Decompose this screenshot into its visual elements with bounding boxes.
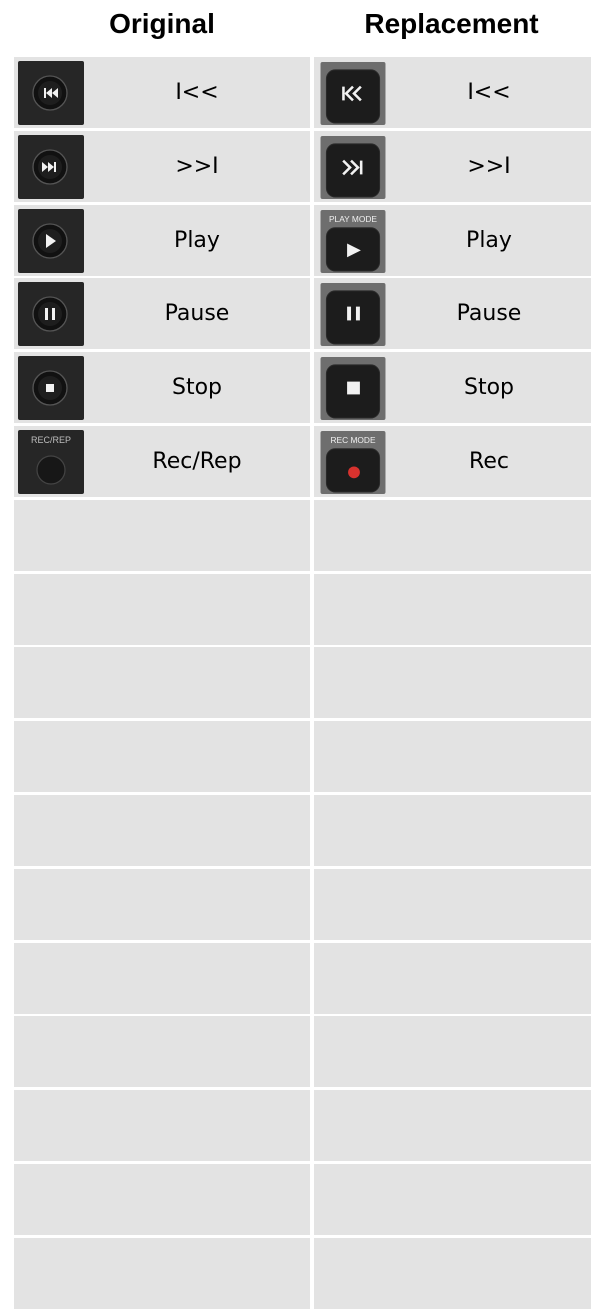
original-cell xyxy=(14,795,310,866)
original-label: Play xyxy=(174,227,220,253)
replacement-label: Stop xyxy=(463,375,514,401)
table-row: Pause Pause xyxy=(0,278,591,350)
replacement-label: I<< xyxy=(467,80,511,105)
replacement-cell xyxy=(314,1164,591,1235)
table-header: Original Replacement xyxy=(0,0,591,48)
original-cell: Stop xyxy=(14,352,310,424)
table-row xyxy=(0,499,591,571)
button-caption: PLAY MODE xyxy=(329,213,377,223)
record-icon: REC/REP xyxy=(18,430,84,494)
replacement-cell xyxy=(314,942,591,1014)
replacement-cell xyxy=(314,1090,591,1162)
table-row: Stop Stop xyxy=(0,352,591,424)
replacement-cell xyxy=(314,1016,591,1088)
original-label: Rec/Rep xyxy=(152,449,242,474)
replacement-cell: >>I xyxy=(314,130,591,202)
table-row xyxy=(0,1090,591,1162)
replacement-cell: Stop xyxy=(314,352,591,424)
original-label: I<< xyxy=(175,80,219,105)
pause-icon xyxy=(18,282,84,347)
original-cell xyxy=(14,1090,310,1162)
original-cell: Pause xyxy=(14,278,310,350)
replacement-cell: REC MODE Rec xyxy=(314,426,591,497)
replacement-cell xyxy=(314,795,591,866)
table-row xyxy=(0,1016,591,1088)
replacement-label: Rec xyxy=(469,449,509,474)
button-caption: REC MODE xyxy=(330,435,375,445)
replacement-label: Pause xyxy=(456,301,522,327)
table-row xyxy=(0,1237,591,1309)
pause-icon xyxy=(320,283,386,347)
original-cell xyxy=(14,647,310,719)
replacement-label: >>I xyxy=(467,153,511,179)
original-cell: REC/REP Rec/Rep xyxy=(14,426,310,497)
original-cell: Play xyxy=(14,204,310,276)
table-row xyxy=(0,795,591,866)
original-cell xyxy=(14,942,310,1014)
replacement-cell: Pause xyxy=(314,278,591,350)
table-row: Play PLAY MODE Play xyxy=(0,204,591,276)
table-row xyxy=(0,721,591,793)
table-row xyxy=(0,647,591,719)
original-cell: I<< xyxy=(14,57,310,128)
column-header-original: Original xyxy=(109,8,215,39)
table-row xyxy=(0,573,591,645)
comparison-page: Original Replacement I<< I<< >>I >>I Play PLA… xyxy=(0,0,591,1309)
replacement-cell xyxy=(314,573,591,645)
original-cell xyxy=(14,1237,310,1309)
replacement-cell: I<< xyxy=(314,57,591,128)
replacement-cell xyxy=(314,721,591,793)
original-cell xyxy=(14,1164,310,1235)
skip-back-icon xyxy=(18,61,84,125)
replacement-label: Play xyxy=(466,227,512,253)
original-label: Stop xyxy=(171,375,222,401)
original-cell xyxy=(14,868,310,940)
skip-forward-icon xyxy=(320,135,386,199)
table-row: >>I >>I xyxy=(0,130,591,202)
table-row: REC/REP Rec/Rep REC MODE Rec xyxy=(0,426,591,497)
play-icon xyxy=(18,208,84,273)
table-row xyxy=(0,868,591,940)
table-row xyxy=(0,1164,591,1235)
original-label: Pause xyxy=(164,301,230,327)
record-icon: REC MODE xyxy=(320,431,386,494)
replacement-cell xyxy=(314,499,591,571)
replacement-cell xyxy=(314,868,591,940)
original-cell xyxy=(14,721,310,793)
stop-icon xyxy=(320,357,386,421)
original-label: >>I xyxy=(175,153,219,179)
replacement-cell: PLAY MODE Play xyxy=(314,204,591,276)
table-row: I<< I<< xyxy=(0,57,591,128)
replacement-cell xyxy=(314,647,591,719)
original-cell xyxy=(14,1016,310,1088)
original-cell: >>I xyxy=(14,130,310,202)
original-cell xyxy=(14,499,310,571)
replacement-cell xyxy=(314,1237,591,1309)
stop-icon xyxy=(18,356,84,421)
skip-forward-icon xyxy=(18,134,84,199)
original-cell xyxy=(14,573,310,645)
play-icon: PLAY MODE xyxy=(320,209,386,273)
column-header-replacement: Replacement xyxy=(364,8,539,39)
table-row xyxy=(0,942,591,1014)
skip-back-icon xyxy=(320,62,386,125)
button-caption: REC/REP xyxy=(31,435,71,445)
